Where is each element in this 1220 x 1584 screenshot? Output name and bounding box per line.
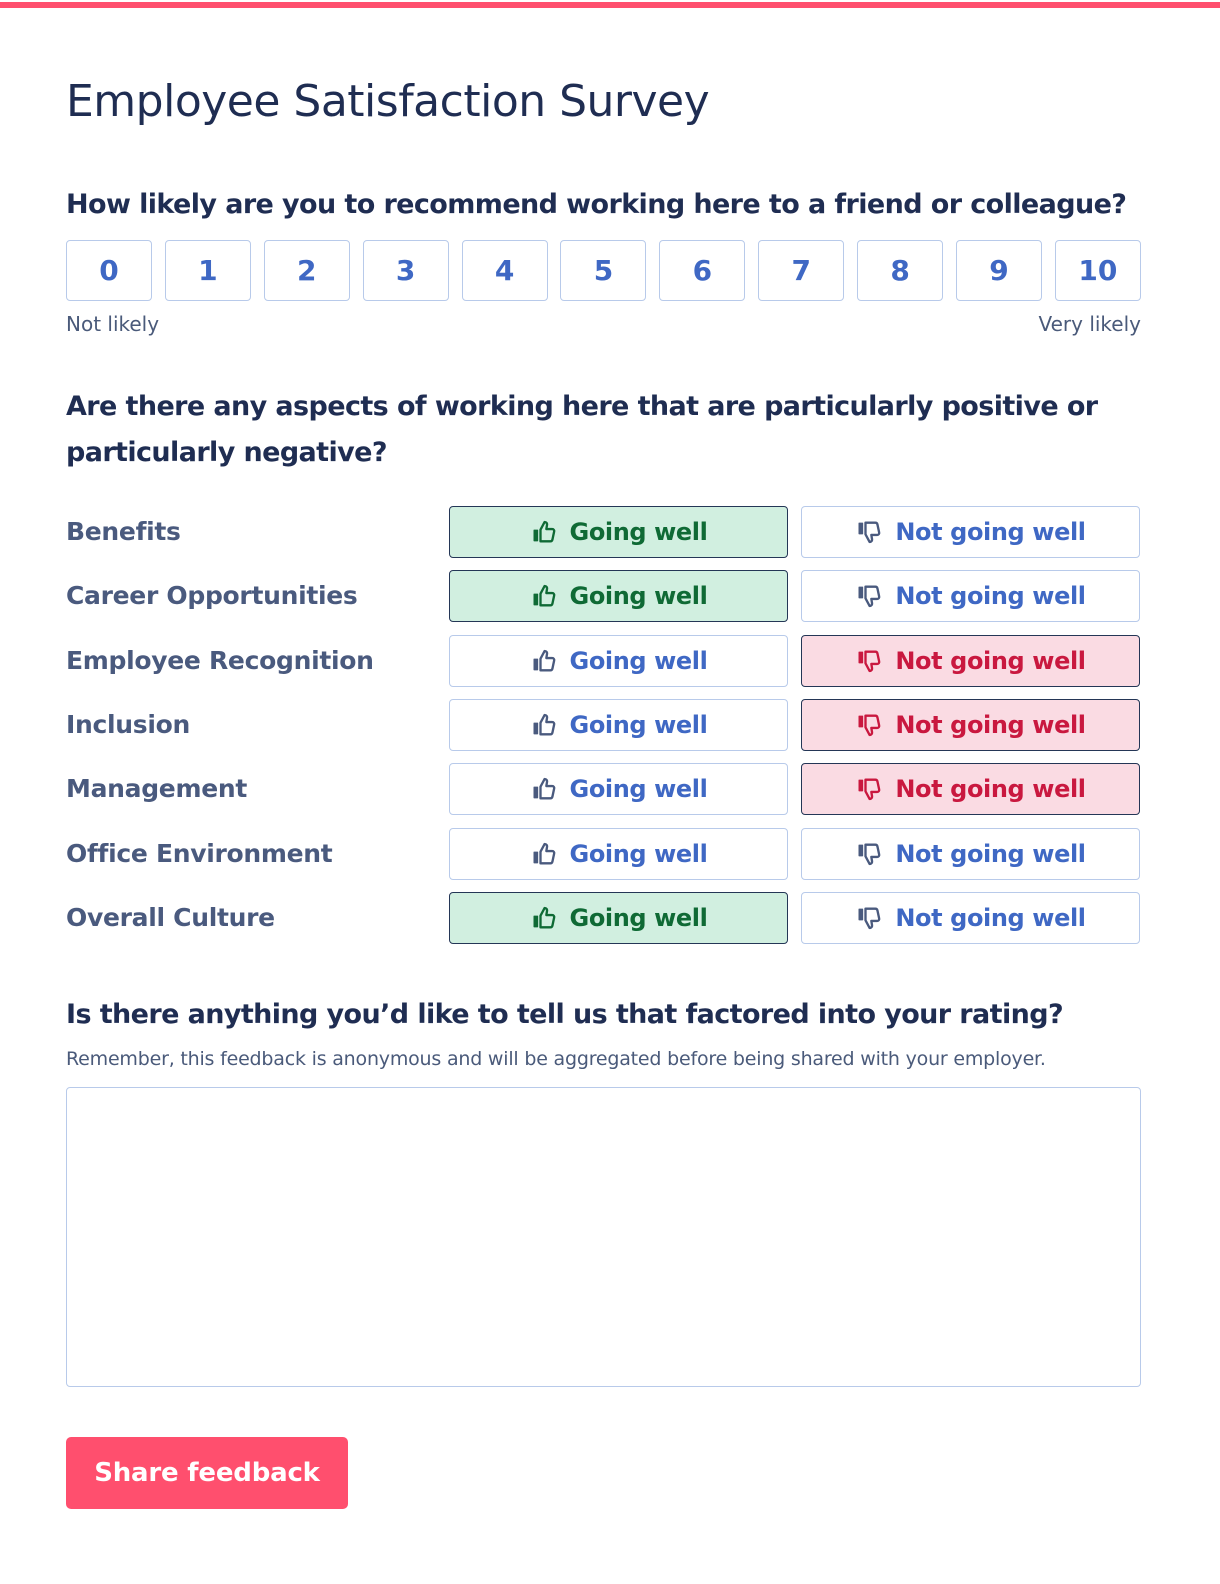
thumbs-down-icon bbox=[855, 775, 883, 803]
aspect-name: Employee Recognition bbox=[66, 645, 374, 675]
not-going-well-button[interactable]: Not going well bbox=[801, 698, 1140, 751]
nps-option-3[interactable]: 3 bbox=[362, 240, 449, 301]
feedback-note: Remember, this feedback is anonymous and… bbox=[66, 1048, 1046, 1070]
going-well-label: Going well bbox=[569, 582, 708, 611]
page-title: Employee Satisfaction Survey bbox=[66, 76, 710, 127]
thumbs-up-icon bbox=[530, 647, 558, 675]
going-well-button[interactable]: Going well bbox=[449, 763, 788, 816]
not-going-well-label: Not going well bbox=[895, 582, 1086, 611]
going-well-button[interactable]: Going well bbox=[449, 506, 788, 558]
aspect-row: Management Going well Not going well bbox=[66, 763, 1141, 816]
aspect-name: Management bbox=[66, 774, 248, 804]
not-going-well-label: Not going well bbox=[895, 518, 1086, 546]
top-accent-bar bbox=[0, 2, 1220, 8]
nps-option-0[interactable]: 0 bbox=[66, 240, 152, 301]
thumbs-up-icon bbox=[530, 840, 558, 868]
not-going-well-button[interactable]: Not going well bbox=[801, 570, 1140, 623]
nps-option-5[interactable]: 5 bbox=[560, 240, 647, 301]
going-well-button[interactable]: Going well bbox=[449, 634, 788, 687]
not-going-well-label: Not going well bbox=[895, 710, 1086, 739]
nps-scale: 0 1 2 3 4 5 6 7 8 9 10 bbox=[66, 240, 1141, 301]
not-going-well-label: Not going well bbox=[895, 903, 1086, 932]
nps-option-1[interactable]: 1 bbox=[164, 240, 251, 301]
aspects-question: Are there any aspects of working here th… bbox=[66, 391, 1098, 468]
nps-high-label: Very likely bbox=[1038, 312, 1141, 336]
thumbs-up-icon bbox=[530, 904, 558, 932]
not-going-well-button[interactable]: Not going well bbox=[801, 827, 1140, 880]
aspect-row: Career Opportunities Going well Not going … bbox=[66, 570, 1141, 623]
nps-option-4[interactable]: 4 bbox=[461, 240, 548, 301]
aspect-name: Overall Culture bbox=[66, 902, 275, 932]
thumbs-down-icon bbox=[855, 840, 883, 868]
not-going-well-button[interactable]: Not going well bbox=[801, 634, 1140, 687]
nps-option-7[interactable]: 7 bbox=[758, 240, 845, 301]
feedback-textarea[interactable] bbox=[66, 1087, 1141, 1387]
thumbs-down-icon bbox=[855, 582, 883, 610]
thumbs-up-icon bbox=[530, 518, 558, 546]
not-going-well-button[interactable]: Not going well bbox=[801, 763, 1140, 816]
going-well-label: Going well bbox=[569, 710, 708, 739]
nps-option-6[interactable]: 6 bbox=[659, 240, 746, 301]
aspect-name: Inclusion bbox=[66, 709, 191, 739]
going-well-button[interactable]: Going well bbox=[449, 827, 788, 880]
going-well-label: Going well bbox=[569, 518, 708, 546]
aspect-row: Office Environment Going well Not going we… bbox=[66, 827, 1141, 880]
going-well-label: Going well bbox=[569, 646, 708, 675]
aspect-name: Benefits bbox=[66, 517, 181, 546]
share-feedback-button[interactable]: Share feedback bbox=[66, 1437, 348, 1509]
thumbs-up-icon bbox=[530, 711, 558, 739]
thumbs-down-icon bbox=[855, 647, 883, 675]
nps-question: How likely are you to recommend working … bbox=[66, 189, 1127, 220]
nps-option-2[interactable]: 2 bbox=[263, 240, 350, 301]
aspect-name: Office Environment bbox=[66, 838, 333, 868]
going-well-button[interactable]: Going well bbox=[449, 891, 788, 944]
going-well-label: Going well bbox=[569, 775, 708, 804]
nps-option-10[interactable]: 10 bbox=[1054, 240, 1141, 301]
going-well-button[interactable]: Going well bbox=[449, 570, 788, 623]
nps-option-8[interactable]: 8 bbox=[857, 240, 944, 301]
aspect-row: Benefits Going well Not going well bbox=[66, 506, 1141, 558]
thumbs-down-icon bbox=[855, 904, 883, 932]
aspect-row: Inclusion Going well Not going well bbox=[66, 698, 1141, 751]
going-well-label: Going well bbox=[569, 839, 708, 868]
aspect-row: Employee Recognition Going well Not going … bbox=[66, 634, 1141, 687]
not-going-well-button[interactable]: Not going well bbox=[801, 891, 1140, 944]
aspect-row: Overall Culture Going well Not going well bbox=[66, 891, 1141, 944]
not-going-well-label: Not going well bbox=[895, 646, 1086, 675]
feedback-question: Is there anything you’d like to tell us … bbox=[66, 999, 1064, 1030]
not-going-well-label: Not going well bbox=[895, 775, 1086, 804]
nps-option-9[interactable]: 9 bbox=[956, 240, 1043, 301]
not-going-well-label: Not going well bbox=[895, 839, 1086, 868]
thumbs-down-icon bbox=[855, 711, 883, 739]
aspect-name: Career Opportunities bbox=[66, 581, 358, 611]
not-going-well-button[interactable]: Not going well bbox=[801, 506, 1140, 558]
thumbs-up-icon bbox=[530, 582, 558, 610]
going-well-label: Going well bbox=[569, 903, 708, 932]
thumbs-down-icon bbox=[855, 518, 883, 546]
nps-low-label: Not likely bbox=[66, 312, 160, 336]
thumbs-up-icon bbox=[530, 775, 558, 803]
going-well-button[interactable]: Going well bbox=[449, 698, 788, 751]
